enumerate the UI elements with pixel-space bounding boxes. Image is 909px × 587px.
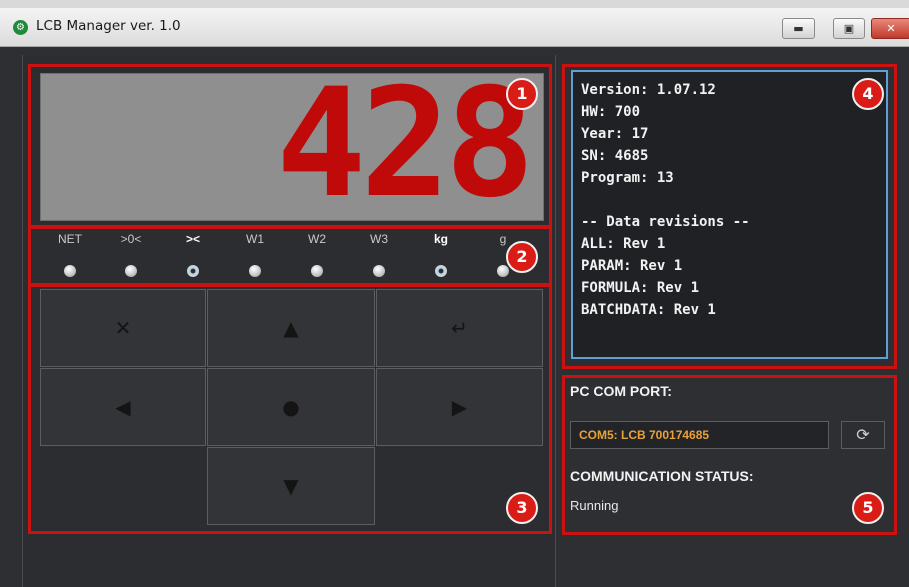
refresh-button[interactable]: ⟳ [841,421,885,449]
com-port-label: PC COM PORT: [570,383,672,399]
title-bar: ⚙ LCB Manager ver. 1.0 ▬ ▣ ✕ [0,8,909,47]
info-line: PARAM: Rev 1 [581,258,683,274]
weight-display: 428 [40,73,544,221]
device-info-panel: Version: 1.07.12 HW: 700 Year: 17 SN: 4685 P… [571,70,888,359]
minimize-icon: ▬ [793,22,804,35]
top-strip [0,0,909,8]
info-line: Version: 1.07.12 [581,82,716,98]
indicator-label: kg [433,232,448,246]
weight-value: 428 [276,73,535,221]
badge-1: 1 [506,78,538,110]
indicator-label: >0< [120,232,142,246]
indicator-label: W1 [246,232,264,246]
key-up[interactable]: ▲ [207,289,375,367]
indicator-label: W2 [308,232,326,246]
status-value: Running [570,498,619,513]
badge-5: 5 [852,492,884,524]
indicator-led [187,265,199,277]
info-line: HW: 700 [581,104,641,120]
badge-2: 2 [506,241,538,273]
indicator-label: W3 [370,232,388,246]
refresh-icon: ⟳ [856,425,870,444]
key-right[interactable]: ▶ [376,368,543,446]
indicator-led [497,265,509,277]
arrow-down-icon: ▼ [283,474,299,498]
dot-icon: ● [282,395,300,419]
key-cancel[interactable]: ✕ [40,289,206,367]
info-line: SN: 4685 [581,148,649,164]
badge-3: 3 [506,492,538,524]
arrow-right-icon: ▶ [451,395,468,419]
key-left[interactable]: ◀ [40,368,206,446]
arrow-left-icon: ◀ [115,395,131,419]
key-down[interactable]: ▼ [207,447,375,525]
key-enter[interactable]: ↵ [376,289,543,367]
info-line: ALL: Rev 1 [581,236,666,252]
indicator-led [249,265,261,277]
info-line: Year: 17 [581,126,649,142]
badge-4: 4 [852,78,884,110]
arrow-up-icon: ▲ [283,316,299,340]
key-center[interactable]: ● [207,368,375,446]
indicator-led [311,265,323,277]
minimize-button[interactable]: ▬ [782,18,815,39]
info-line: FORMULA: Rev 1 [581,280,700,296]
pane-divider [555,55,556,587]
indicator-label: NET [58,232,82,246]
com-port-select[interactable]: COM5: LCB 700174685 [570,421,829,449]
indicator-led [435,265,447,277]
indicator-led [125,265,137,277]
close-button[interactable]: ✕ [871,18,909,39]
maximize-button[interactable]: ▣ [833,18,865,39]
close-icon: ✕ [886,22,896,35]
close-icon: ✕ [114,316,132,340]
app-icon: ⚙ [13,20,28,35]
status-label: COMMUNICATION STATUS: [570,468,754,484]
info-line: -- Data revisions -- [581,214,750,230]
indicator-led [373,265,385,277]
info-line: Program: 13 [581,170,674,186]
window-title: LCB Manager ver. 1.0 [36,18,181,34]
maximize-icon: ▣ [843,22,855,35]
info-line: BATCHDATA: Rev 1 [581,302,716,318]
indicator-led [64,265,76,277]
indicator-label: >< [185,232,200,246]
enter-icon: ↵ [451,316,468,340]
